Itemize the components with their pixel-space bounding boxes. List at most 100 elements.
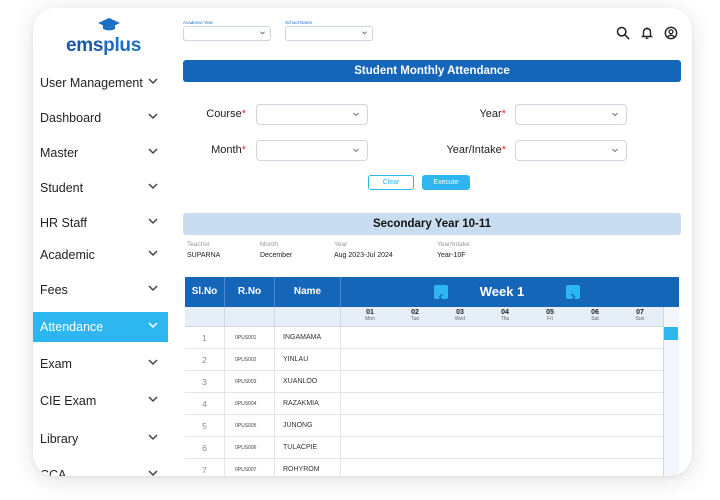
info-month: Month December — [260, 241, 292, 259]
logo: emsplus — [66, 18, 141, 56]
day-header: 07 Sun — [618, 309, 662, 322]
sidebar-item-student[interactable]: Student — [33, 173, 168, 203]
chevron-down-icon — [353, 112, 359, 117]
sidebar-item-fees[interactable]: Fees — [33, 275, 168, 305]
year-intake-label: Year/Intake* — [446, 144, 506, 156]
cell-sl: 6 — [185, 437, 225, 459]
bell-icon[interactable] — [640, 26, 654, 40]
sidebar-item-user-management[interactable]: User Management — [33, 68, 168, 98]
chevron-down-icon — [148, 78, 158, 85]
sidebar-item-label: Academic — [40, 248, 95, 262]
search-icon[interactable] — [616, 26, 630, 40]
sidebar-item-cca[interactable]: CCA — [33, 460, 168, 476]
column-header-rno: R.No — [225, 277, 275, 307]
sidebar-item-exam[interactable]: Exam — [33, 349, 168, 379]
sidebar-item-master[interactable]: Master — [33, 138, 168, 168]
scroll-header — [663, 277, 679, 307]
cell-name: YINLAU — [275, 349, 341, 371]
chevron-down-icon — [148, 322, 158, 329]
day-name: Sat — [591, 316, 599, 322]
day-header: 04 Thu — [483, 309, 527, 322]
sidebar: emsplus User Management Dashboard Master St… — [33, 8, 168, 476]
chevron-down-icon — [148, 183, 158, 190]
day-header: 06 Sat — [573, 309, 617, 322]
page-title: Student Monthly Attendance — [183, 60, 681, 82]
academic-year-field: Academic Year — [183, 20, 271, 41]
table-row: 4 0PUS004 RAZAKMIA — [185, 393, 679, 415]
sidebar-item-label: Library — [40, 432, 79, 446]
execute-button[interactable]: Execute — [422, 175, 470, 190]
day-number: 07 — [636, 309, 644, 316]
cell-name: TULACPIE — [275, 437, 341, 459]
cell-rno: 0PUS006 — [225, 437, 275, 459]
school-name-select[interactable] — [285, 26, 373, 41]
chevron-down-icon — [148, 396, 158, 403]
academic-year-label: Academic Year — [183, 20, 214, 25]
month-select[interactable] — [256, 140, 368, 161]
next-week-button[interactable] — [566, 285, 580, 301]
cell-name: ROHYROM — [275, 459, 341, 476]
sidebar-item-label: Student — [40, 181, 84, 195]
graduation-cap-icon — [98, 18, 120, 31]
sidebar-item-academic[interactable]: Academic — [33, 240, 168, 270]
sidebar-item-dashboard[interactable]: Dashboard — [33, 103, 168, 133]
chevron-right-icon — [571, 293, 576, 301]
info-value: Year-10F — [437, 252, 466, 259]
course-label: Course* — [206, 108, 246, 120]
cell-name: JUNONG — [275, 415, 341, 437]
user-icon[interactable] — [664, 26, 678, 40]
cell-sl: 2 — [185, 349, 225, 371]
day-number: 03 — [456, 309, 464, 316]
info-value: December — [260, 252, 293, 259]
cell-rno: 0PUS003 — [225, 371, 275, 393]
year-intake-select[interactable] — [515, 140, 627, 161]
info-year: Year Aug 2023-Jul 2024 — [334, 241, 393, 259]
cell-rno: 0PUS004 — [225, 393, 275, 415]
subhead-cell — [185, 307, 225, 327]
info-label: Teacher — [187, 241, 211, 248]
month-label: Month* — [211, 144, 246, 156]
sidebar-item-library[interactable]: Library — [33, 424, 168, 454]
day-name: Fri — [547, 316, 553, 322]
sidebar-item-label: User Management — [40, 76, 143, 90]
prev-week-button[interactable] — [434, 285, 448, 301]
scrollbar-thumb[interactable] — [664, 327, 678, 340]
sidebar-item-label: CCA — [40, 468, 67, 476]
info-label: Year — [334, 241, 348, 248]
cell-rno: 0PUS001 — [225, 327, 275, 349]
cell-rno: 0PUS007 — [225, 459, 275, 476]
column-header-sl: Sl.No — [185, 277, 225, 307]
course-select[interactable] — [256, 104, 368, 125]
clear-button[interactable]: Clear — [368, 175, 414, 190]
school-name-label: School Name — [285, 20, 313, 25]
cell-sl: 4 — [185, 393, 225, 415]
table-row: 2 0PUS002 YINLAU — [185, 349, 679, 371]
day-name: Mon — [365, 316, 375, 322]
topbar-icons — [616, 26, 678, 40]
year-label: Year* — [479, 108, 506, 120]
day-number: 01 — [366, 309, 374, 316]
table-row: 1 0PUS001 INGAMAMA — [185, 327, 679, 349]
section-title: Secondary Year 10-11 — [183, 213, 681, 235]
school-name-field: School Name — [285, 20, 373, 41]
logo-text: emsplus — [66, 35, 141, 56]
chevron-down-icon — [148, 470, 158, 476]
day-number: 02 — [411, 309, 419, 316]
sidebar-item-cie-exam[interactable]: CIE Exam — [33, 386, 168, 416]
sidebar-item-hr-staff[interactable]: HR Staff — [33, 208, 168, 238]
cell-name: INGAMAMA — [275, 327, 341, 349]
table-row: 5 0PUS005 JUNONG — [185, 415, 679, 437]
day-name: Sun — [635, 316, 645, 322]
day-number: 06 — [591, 309, 599, 316]
day-name: Tue — [410, 316, 420, 322]
year-select[interactable] — [515, 104, 627, 125]
day-header: 01 Mon — [348, 309, 392, 322]
academic-year-select[interactable] — [183, 26, 271, 41]
sidebar-item-attendance[interactable]: Attendance — [33, 312, 168, 342]
topbar: Academic Year School Name — [183, 8, 692, 56]
sidebar-item-label: Exam — [40, 357, 72, 371]
table-header: Sl.No R.No Name Week 1 — [185, 277, 679, 307]
day-header: 05 Fri — [528, 309, 572, 322]
chevron-down-icon — [148, 250, 158, 257]
chevron-down-icon — [148, 285, 158, 292]
